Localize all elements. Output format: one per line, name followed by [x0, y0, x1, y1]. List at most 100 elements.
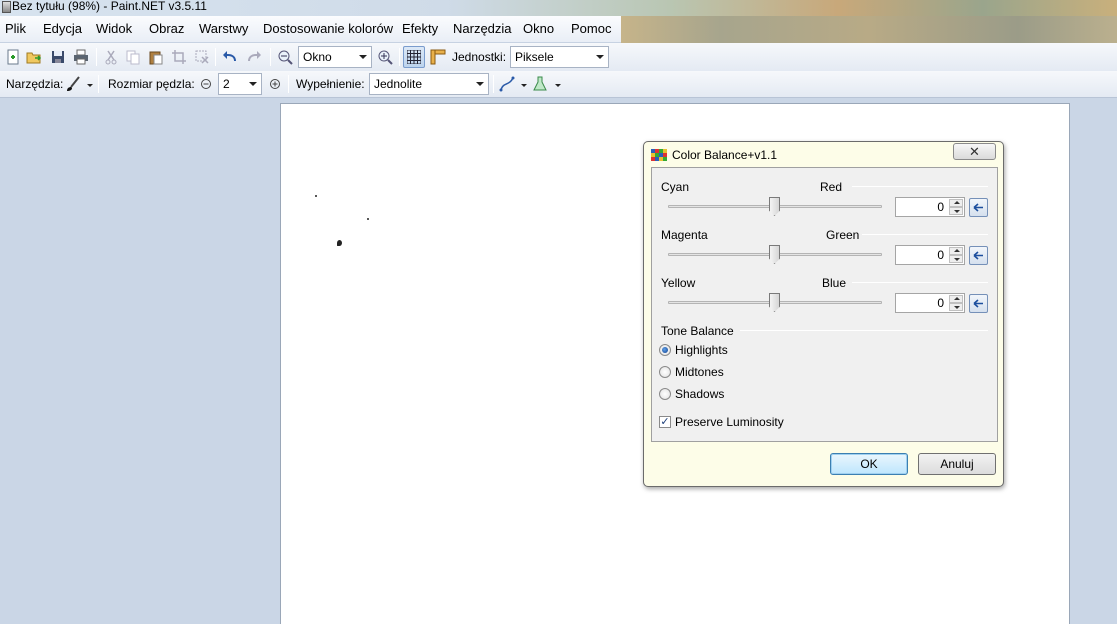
paint-dot — [367, 218, 369, 220]
spin-up-icon[interactable] — [949, 295, 963, 303]
menu-image[interactable]: Obraz — [149, 21, 184, 36]
brush-size-value: 2 — [223, 77, 230, 91]
highlights-label[interactable]: Highlights — [675, 343, 728, 357]
color-balance-dialog: Color Balance+v1.1 ✕ Cyan Red 0 Magenta … — [643, 141, 1004, 487]
settings-panel: Cyan Red 0 Magenta Green 0 Yellow Blue 0… — [651, 167, 998, 442]
paintbrush-icon[interactable] — [63, 74, 83, 94]
preserve-luminosity-label[interactable]: Preserve Luminosity — [675, 415, 784, 429]
tone-balance-label: Tone Balance — [661, 324, 734, 338]
main-toolbar: Okno Jednostki: Piksele — [0, 43, 1117, 71]
magenta-green-value: 0 — [937, 248, 944, 262]
tool-options-toolbar: Narzędzia: Rozmiar pędzla: 2 Wypełnienie… — [0, 71, 1117, 98]
blend-mode-icon[interactable] — [530, 74, 550, 94]
window-title: Bez tytułu (98%) - Paint.NET v3.5.11 — [2, 0, 207, 16]
menu-bar: Plik Edycja Widok Obraz Warstwy Dostosow… — [0, 16, 621, 43]
antialiasing-icon[interactable] — [497, 74, 517, 94]
red-label: Red — [820, 180, 843, 194]
cut-icon[interactable] — [101, 47, 121, 67]
units-label: Jednostki: — [452, 50, 507, 64]
save-icon[interactable] — [48, 47, 68, 67]
brush-size-select[interactable]: 2 — [218, 73, 262, 95]
open-file-icon[interactable] — [24, 47, 44, 67]
plugin-icon — [651, 149, 667, 162]
paste-icon[interactable] — [146, 47, 166, 67]
dialog-title: Color Balance+v1.1 — [672, 148, 778, 162]
menu-file[interactable]: Plik — [5, 21, 26, 36]
new-file-icon[interactable] — [3, 47, 23, 67]
cancel-button[interactable]: Anuluj — [918, 453, 996, 475]
brush-size-label: Rozmiar pędzla: — [108, 77, 195, 91]
highlights-radio[interactable] — [659, 344, 671, 356]
chevron-down-icon — [249, 82, 257, 86]
reset-magenta-green-button[interactable] — [969, 246, 988, 265]
redo-icon[interactable] — [244, 47, 264, 67]
zoom-select[interactable]: Okno — [298, 46, 372, 68]
zoom-in-icon[interactable] — [375, 47, 395, 67]
midtones-radio[interactable] — [659, 366, 671, 378]
fill-label: Wypełnienie: — [296, 77, 365, 91]
ok-button[interactable]: OK — [830, 453, 908, 475]
spin-down-icon[interactable] — [949, 207, 963, 215]
fill-select[interactable]: Jednolite — [369, 73, 489, 95]
tools-label: Narzędzia: — [6, 77, 64, 91]
menu-tools[interactable]: Narzędzia — [453, 21, 512, 36]
slider-thumb[interactable] — [769, 245, 780, 264]
menu-help[interactable]: Pomoc — [571, 21, 611, 36]
checkmark-icon: ✓ — [660, 416, 670, 428]
increase-size-icon[interactable] — [265, 74, 285, 94]
paint-dot — [315, 195, 317, 197]
chevron-down-icon — [359, 55, 367, 59]
spin-up-icon[interactable] — [949, 199, 963, 207]
chevron-down-icon — [596, 55, 604, 59]
arrow-left-icon — [973, 251, 983, 260]
menu-layers[interactable]: Warstwy — [199, 21, 248, 36]
rulers-icon[interactable] — [428, 47, 448, 67]
fill-value: Jednolite — [374, 77, 423, 91]
chevron-down-icon[interactable] — [521, 84, 527, 87]
menu-view[interactable]: Widok — [96, 21, 132, 36]
shadows-radio[interactable] — [659, 388, 671, 400]
units-value: Piksele — [515, 50, 554, 64]
zoom-out-icon[interactable] — [275, 47, 295, 67]
menu-effects[interactable]: Efekty — [402, 21, 438, 36]
preserve-luminosity-checkbox[interactable]: ✓ — [659, 416, 671, 428]
spin-down-icon[interactable] — [949, 303, 963, 311]
grid-icon[interactable] — [403, 46, 425, 68]
slider-thumb[interactable] — [769, 197, 780, 216]
close-button[interactable]: ✕ — [953, 143, 996, 160]
arrow-left-icon — [973, 203, 983, 212]
menu-edit[interactable]: Edycja — [43, 21, 82, 36]
shadows-label[interactable]: Shadows — [675, 387, 724, 401]
decrease-size-icon[interactable] — [196, 74, 216, 94]
midtones-label[interactable]: Midtones — [675, 365, 724, 379]
magenta-green-input[interactable]: 0 — [895, 245, 965, 265]
zoom-value: Okno — [303, 50, 332, 64]
spin-down-icon[interactable] — [949, 255, 963, 263]
cyan-label: Cyan — [661, 180, 690, 194]
spin-up-icon[interactable] — [949, 247, 963, 255]
arrow-left-icon — [973, 299, 983, 308]
print-icon[interactable] — [71, 47, 91, 67]
yellow-blue-value: 0 — [937, 296, 944, 310]
menu-window[interactable]: Okno — [523, 21, 554, 36]
yellow-label: Yellow — [661, 276, 696, 290]
chevron-down-icon[interactable] — [555, 84, 561, 87]
cyan-red-input[interactable]: 0 — [895, 197, 965, 217]
chevron-down-icon[interactable] — [87, 84, 93, 87]
copy-icon[interactable] — [123, 47, 143, 67]
deselect-icon[interactable] — [192, 47, 212, 67]
green-label: Green — [826, 228, 860, 242]
undo-icon[interactable] — [220, 47, 240, 67]
desktop-background — [621, 16, 1117, 43]
blue-label: Blue — [822, 276, 847, 290]
paint-dot — [337, 240, 342, 246]
menu-adjustments[interactable]: Dostosowanie kolorów — [263, 21, 393, 36]
reset-yellow-blue-button[interactable] — [969, 294, 988, 313]
crop-icon[interactable] — [169, 47, 189, 67]
units-select[interactable]: Piksele — [510, 46, 609, 68]
close-icon: ✕ — [969, 144, 980, 159]
reset-cyan-red-button[interactable] — [969, 198, 988, 217]
yellow-blue-input[interactable]: 0 — [895, 293, 965, 313]
cyan-red-value: 0 — [937, 200, 944, 214]
slider-thumb[interactable] — [769, 293, 780, 312]
